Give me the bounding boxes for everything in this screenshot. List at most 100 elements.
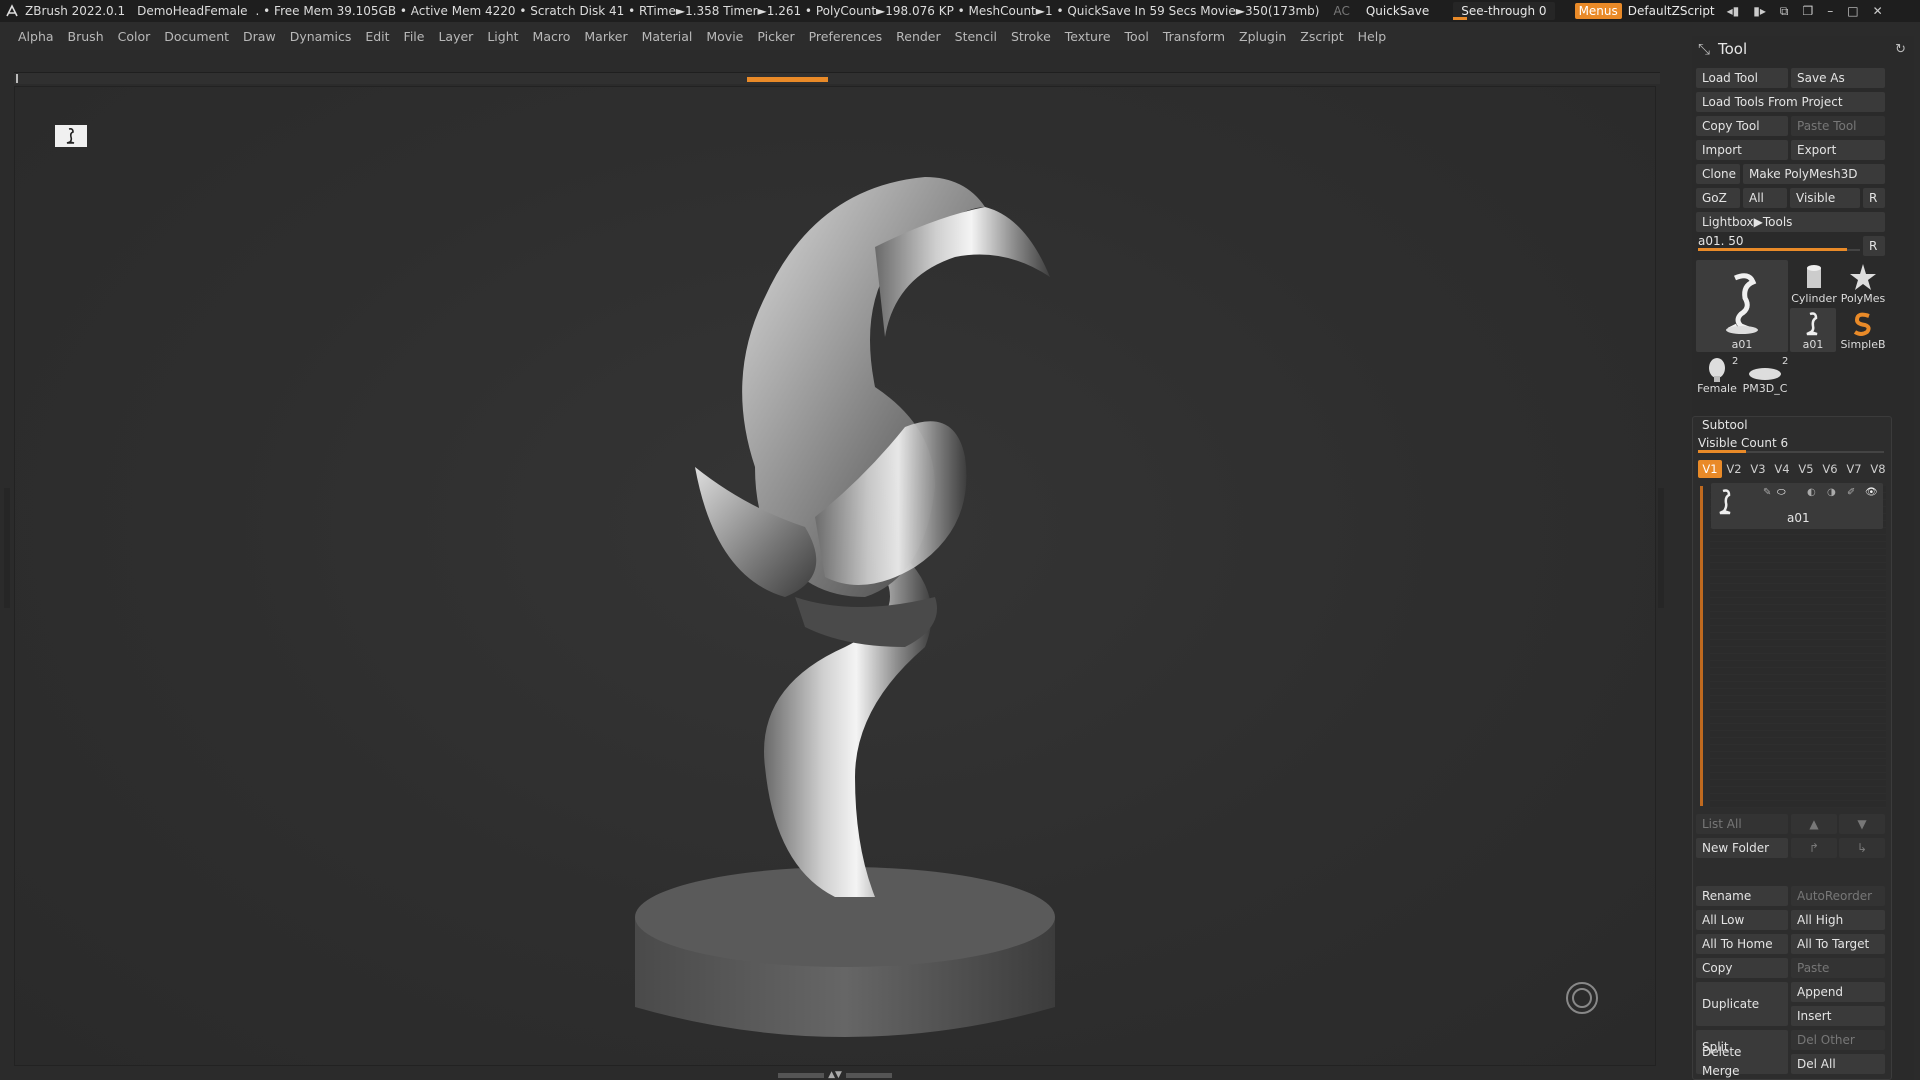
paste-tool-button[interactable]: Paste Tool [1791,116,1885,136]
tool-thumb-main[interactable]: a01 [1696,260,1788,352]
all-low-button[interactable]: All Low [1696,910,1788,930]
tool-thumb-cylinder[interactable]: Cylinder [1790,260,1838,306]
merge-section-header[interactable]: Merge [1702,1064,1739,1078]
tool-slider-r-button[interactable]: R [1863,236,1885,256]
vtab-v7[interactable]: V7 [1842,460,1866,478]
toggle-on-icon[interactable]: ⬭ [1777,487,1786,498]
restore-icon[interactable]: ⧉ [1780,4,1789,19]
menu-document[interactable]: Document [164,29,229,44]
all-high-button[interactable]: All High [1791,910,1885,930]
menu-alpha[interactable]: Alpha [18,29,54,44]
menus-toggle-button[interactable]: Menus [1574,3,1622,19]
subtool-item-a01[interactable]: ✎ ⬭ ◐ ◑ ✐ 👁 a01 [1711,483,1883,529]
menu-zscript[interactable]: Zscript [1300,29,1343,44]
auto-reorder-button[interactable]: AutoReorder [1791,886,1885,906]
minimize-icon[interactable]: – [1827,4,1833,19]
double-icon[interactable]: ◑ [1827,487,1836,498]
menu-layer[interactable]: Layer [438,29,473,44]
menu-zplugin[interactable]: Zplugin [1239,29,1286,44]
tool-thumb-a01[interactable]: a01 [1790,308,1836,352]
menu-marker[interactable]: Marker [584,29,627,44]
all-to-home-button[interactable]: All To Home [1696,934,1788,954]
menu-tool[interactable]: Tool [1125,29,1149,44]
timeline-track[interactable] [14,72,1660,84]
folder-action-icon[interactable]: ↱ [1791,838,1837,858]
split-section-header[interactable]: Split [1702,1040,1729,1054]
subtool-scrollbar[interactable] [1700,486,1703,806]
menu-movie[interactable]: Movie [706,29,743,44]
dynamic-icon[interactable]: ◐ [1807,487,1816,498]
menu-draw[interactable]: Draw [243,29,276,44]
menu-brush[interactable]: Brush [68,29,104,44]
folder-out-icon[interactable]: ↳ [1839,838,1885,858]
goz-visible-button[interactable]: Visible [1790,188,1860,208]
menu-edit[interactable]: Edit [365,29,389,44]
goz-button[interactable]: GoZ [1696,188,1740,208]
model-thumbnail-icon[interactable] [55,125,87,147]
subtool-list[interactable] [1710,486,1886,808]
list-all-button[interactable]: List All [1696,814,1788,834]
menu-stencil[interactable]: Stencil [955,29,997,44]
canvas-viewport[interactable] [14,86,1656,1066]
default-zscript-button[interactable]: DefaultZScript [1628,4,1715,18]
window-icon[interactable]: ❐ [1803,4,1814,19]
lightbox-tools-button[interactable]: Lightbox▶Tools [1696,212,1885,232]
load-tool-button[interactable]: Load Tool [1696,68,1788,88]
copy-button[interactable]: Copy [1696,958,1788,978]
reset-palette-icon[interactable]: ↻ [1895,42,1906,57]
paste-button[interactable]: Paste [1791,958,1885,978]
polypaint-brush-icon[interactable]: ✎ [1763,487,1771,498]
vtab-v2[interactable]: V2 [1722,460,1746,478]
expand-arrow-icon[interactable]: ▲▼ [828,1070,842,1080]
rename-button[interactable]: Rename [1696,886,1788,906]
copy-tool-button[interactable]: Copy Tool [1696,116,1788,136]
menu-texture[interactable]: Texture [1065,29,1111,44]
sculpture-model[interactable] [605,127,1085,1067]
menu-material[interactable]: Material [642,29,693,44]
vtab-v4[interactable]: V4 [1770,460,1794,478]
see-through-slider[interactable]: See-through 0 [1453,2,1555,20]
goz-r-button[interactable]: R [1863,188,1885,208]
menu-dynamics[interactable]: Dynamics [290,29,352,44]
menu-preferences[interactable]: Preferences [809,29,883,44]
insert-button[interactable]: Insert [1791,1006,1885,1026]
menu-color[interactable]: Color [118,29,151,44]
menu-help[interactable]: Help [1358,29,1387,44]
all-to-target-button[interactable]: All To Target [1791,934,1885,954]
append-button[interactable]: Append [1791,982,1885,1002]
tool-thumb-simpleb[interactable]: SimpleB [1839,308,1887,352]
goz-all-button[interactable]: All [1743,188,1787,208]
save-as-button[interactable]: Save As [1791,68,1885,88]
brush-icon[interactable]: ✐ [1847,487,1855,498]
maximize-icon[interactable]: □ [1847,4,1858,19]
menu-stroke[interactable]: Stroke [1011,29,1051,44]
tool-palette-header[interactable]: ⤡ Tool ↻ [1692,36,1914,62]
move-down-icon[interactable]: ▼ [1839,814,1885,834]
del-other-button[interactable]: Del Other [1791,1030,1885,1050]
prev-layout-icon[interactable]: ◂▮ [1727,4,1740,19]
vtab-v8[interactable]: V8 [1866,460,1890,478]
vtab-v1[interactable]: V1 [1698,460,1722,478]
subtool-title[interactable]: Subtool [1702,418,1748,432]
import-button[interactable]: Import [1696,140,1788,160]
menu-light[interactable]: Light [487,29,518,44]
quicksave-button[interactable]: QuickSave [1366,4,1429,18]
visible-count-slider[interactable]: Visible Count 6 [1698,436,1884,454]
rotation-gizmo-icon[interactable] [1566,982,1598,1014]
timeline-cursor[interactable] [747,77,828,82]
left-tray-handle[interactable] [4,488,10,608]
tool-slider[interactable]: a01. 50 [1698,234,1860,252]
duplicate-button[interactable]: Duplicate [1696,982,1788,1026]
close-icon[interactable]: ✕ [1873,4,1883,19]
menu-file[interactable]: File [404,29,425,44]
vtab-v5[interactable]: V5 [1794,460,1818,478]
export-button[interactable]: Export [1791,140,1885,160]
menu-render[interactable]: Render [896,29,941,44]
ac-indicator[interactable]: AC [1333,4,1349,18]
menu-macro[interactable]: Macro [533,29,571,44]
load-tools-from-project-button[interactable]: Load Tools From Project [1696,92,1885,112]
del-all-button[interactable]: Del All [1791,1054,1885,1074]
tool-thumb-polymesh[interactable]: PolyMes [1839,260,1887,306]
vtab-v3[interactable]: V3 [1746,460,1770,478]
right-tray-handle[interactable] [1658,488,1664,608]
